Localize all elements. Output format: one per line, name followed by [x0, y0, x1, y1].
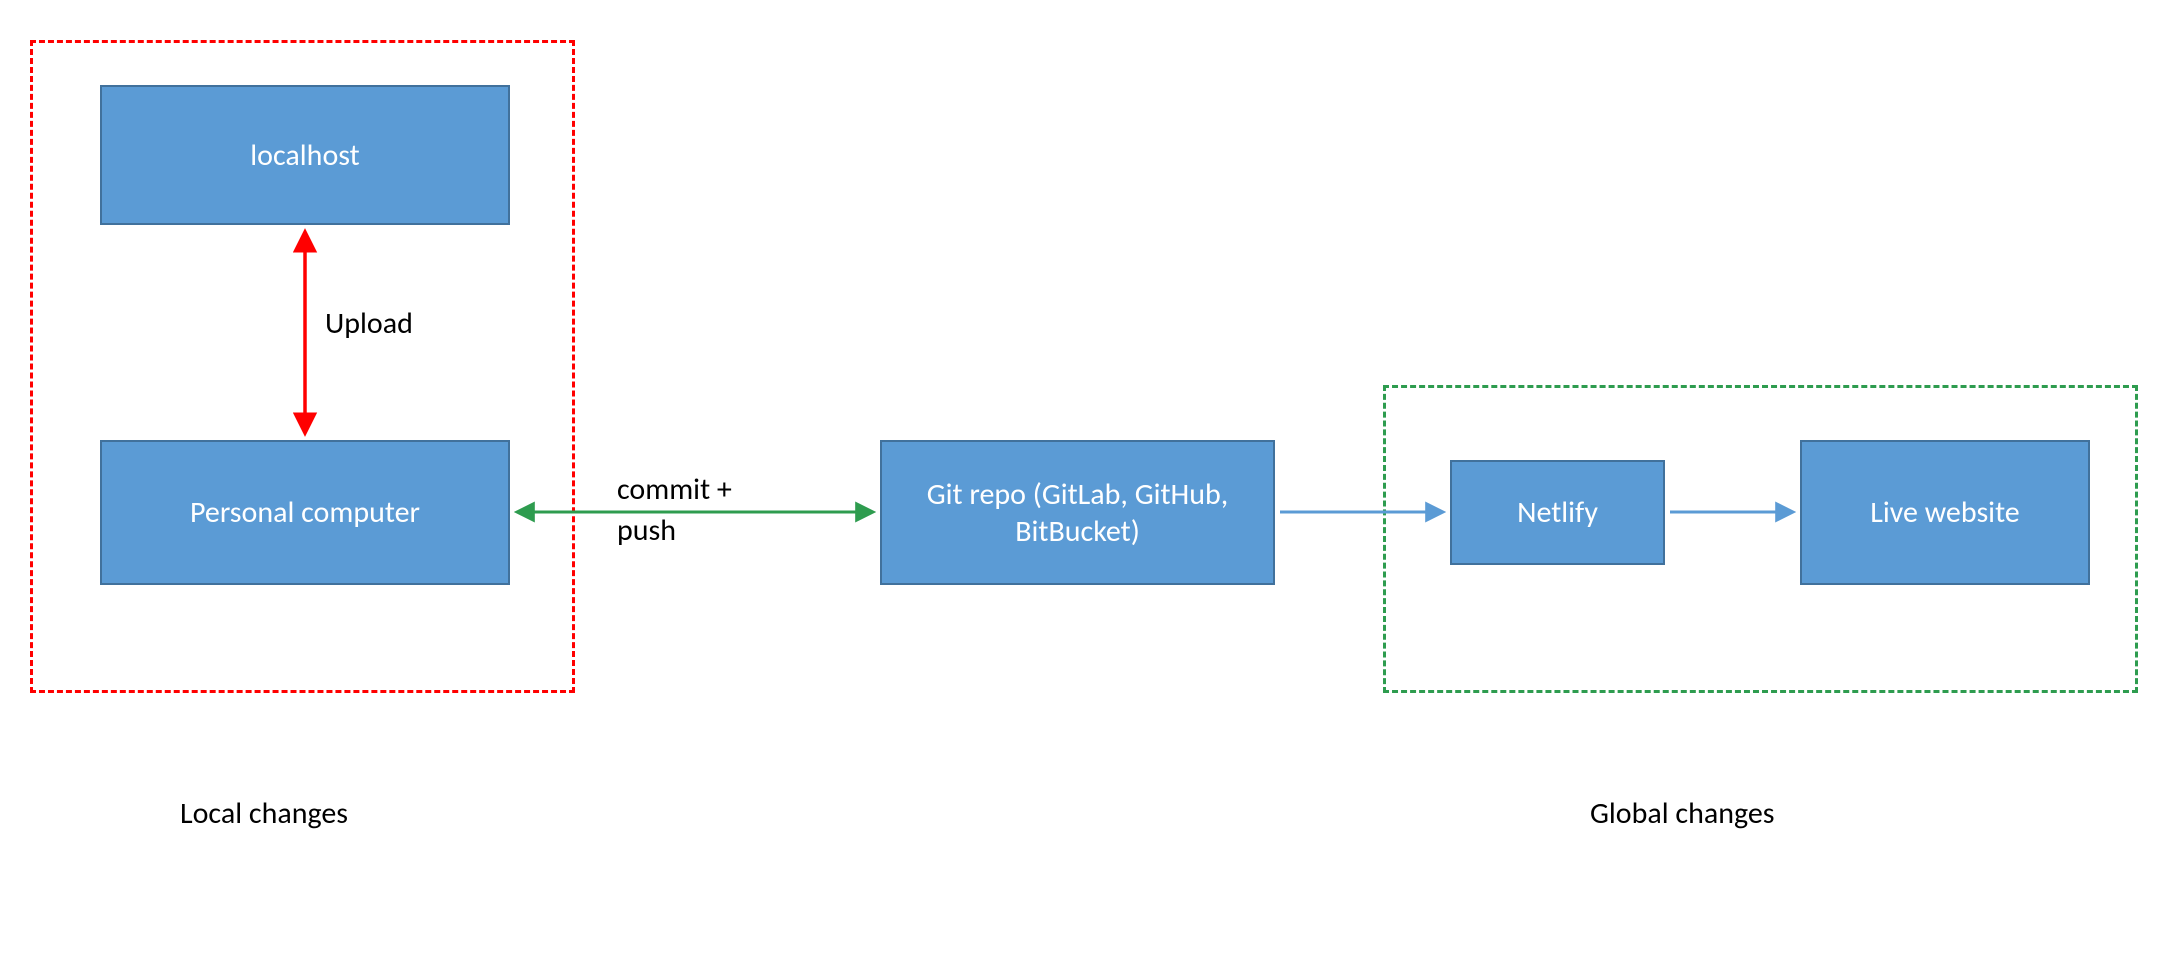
node-localhost-label: localhost — [250, 137, 359, 174]
node-netlify: Netlify — [1450, 460, 1665, 565]
upload-label: Upload — [325, 305, 413, 342]
node-git-repo: Git repo (GitLab, GitHub, BitBucket) — [880, 440, 1275, 585]
node-live-website: Live website — [1800, 440, 2090, 585]
global-changes-label: Global changes — [1590, 795, 1775, 832]
node-live-website-label: Live website — [1870, 494, 2019, 531]
commit-push-text: commit +push — [617, 471, 732, 549]
local-changes-label: Local changes — [180, 795, 348, 832]
node-personal-computer: Personal computer — [100, 440, 510, 585]
node-localhost: localhost — [100, 85, 510, 225]
node-netlify-label: Netlify — [1517, 494, 1598, 531]
node-personal-computer-label: Personal computer — [190, 494, 420, 531]
node-git-repo-label: Git repo (GitLab, GitHub, BitBucket) — [892, 476, 1263, 550]
commit-push-label: commit +push — [617, 470, 732, 551]
diagram-container: localhost Personal computer Git repo (Gi… — [0, 0, 2174, 956]
